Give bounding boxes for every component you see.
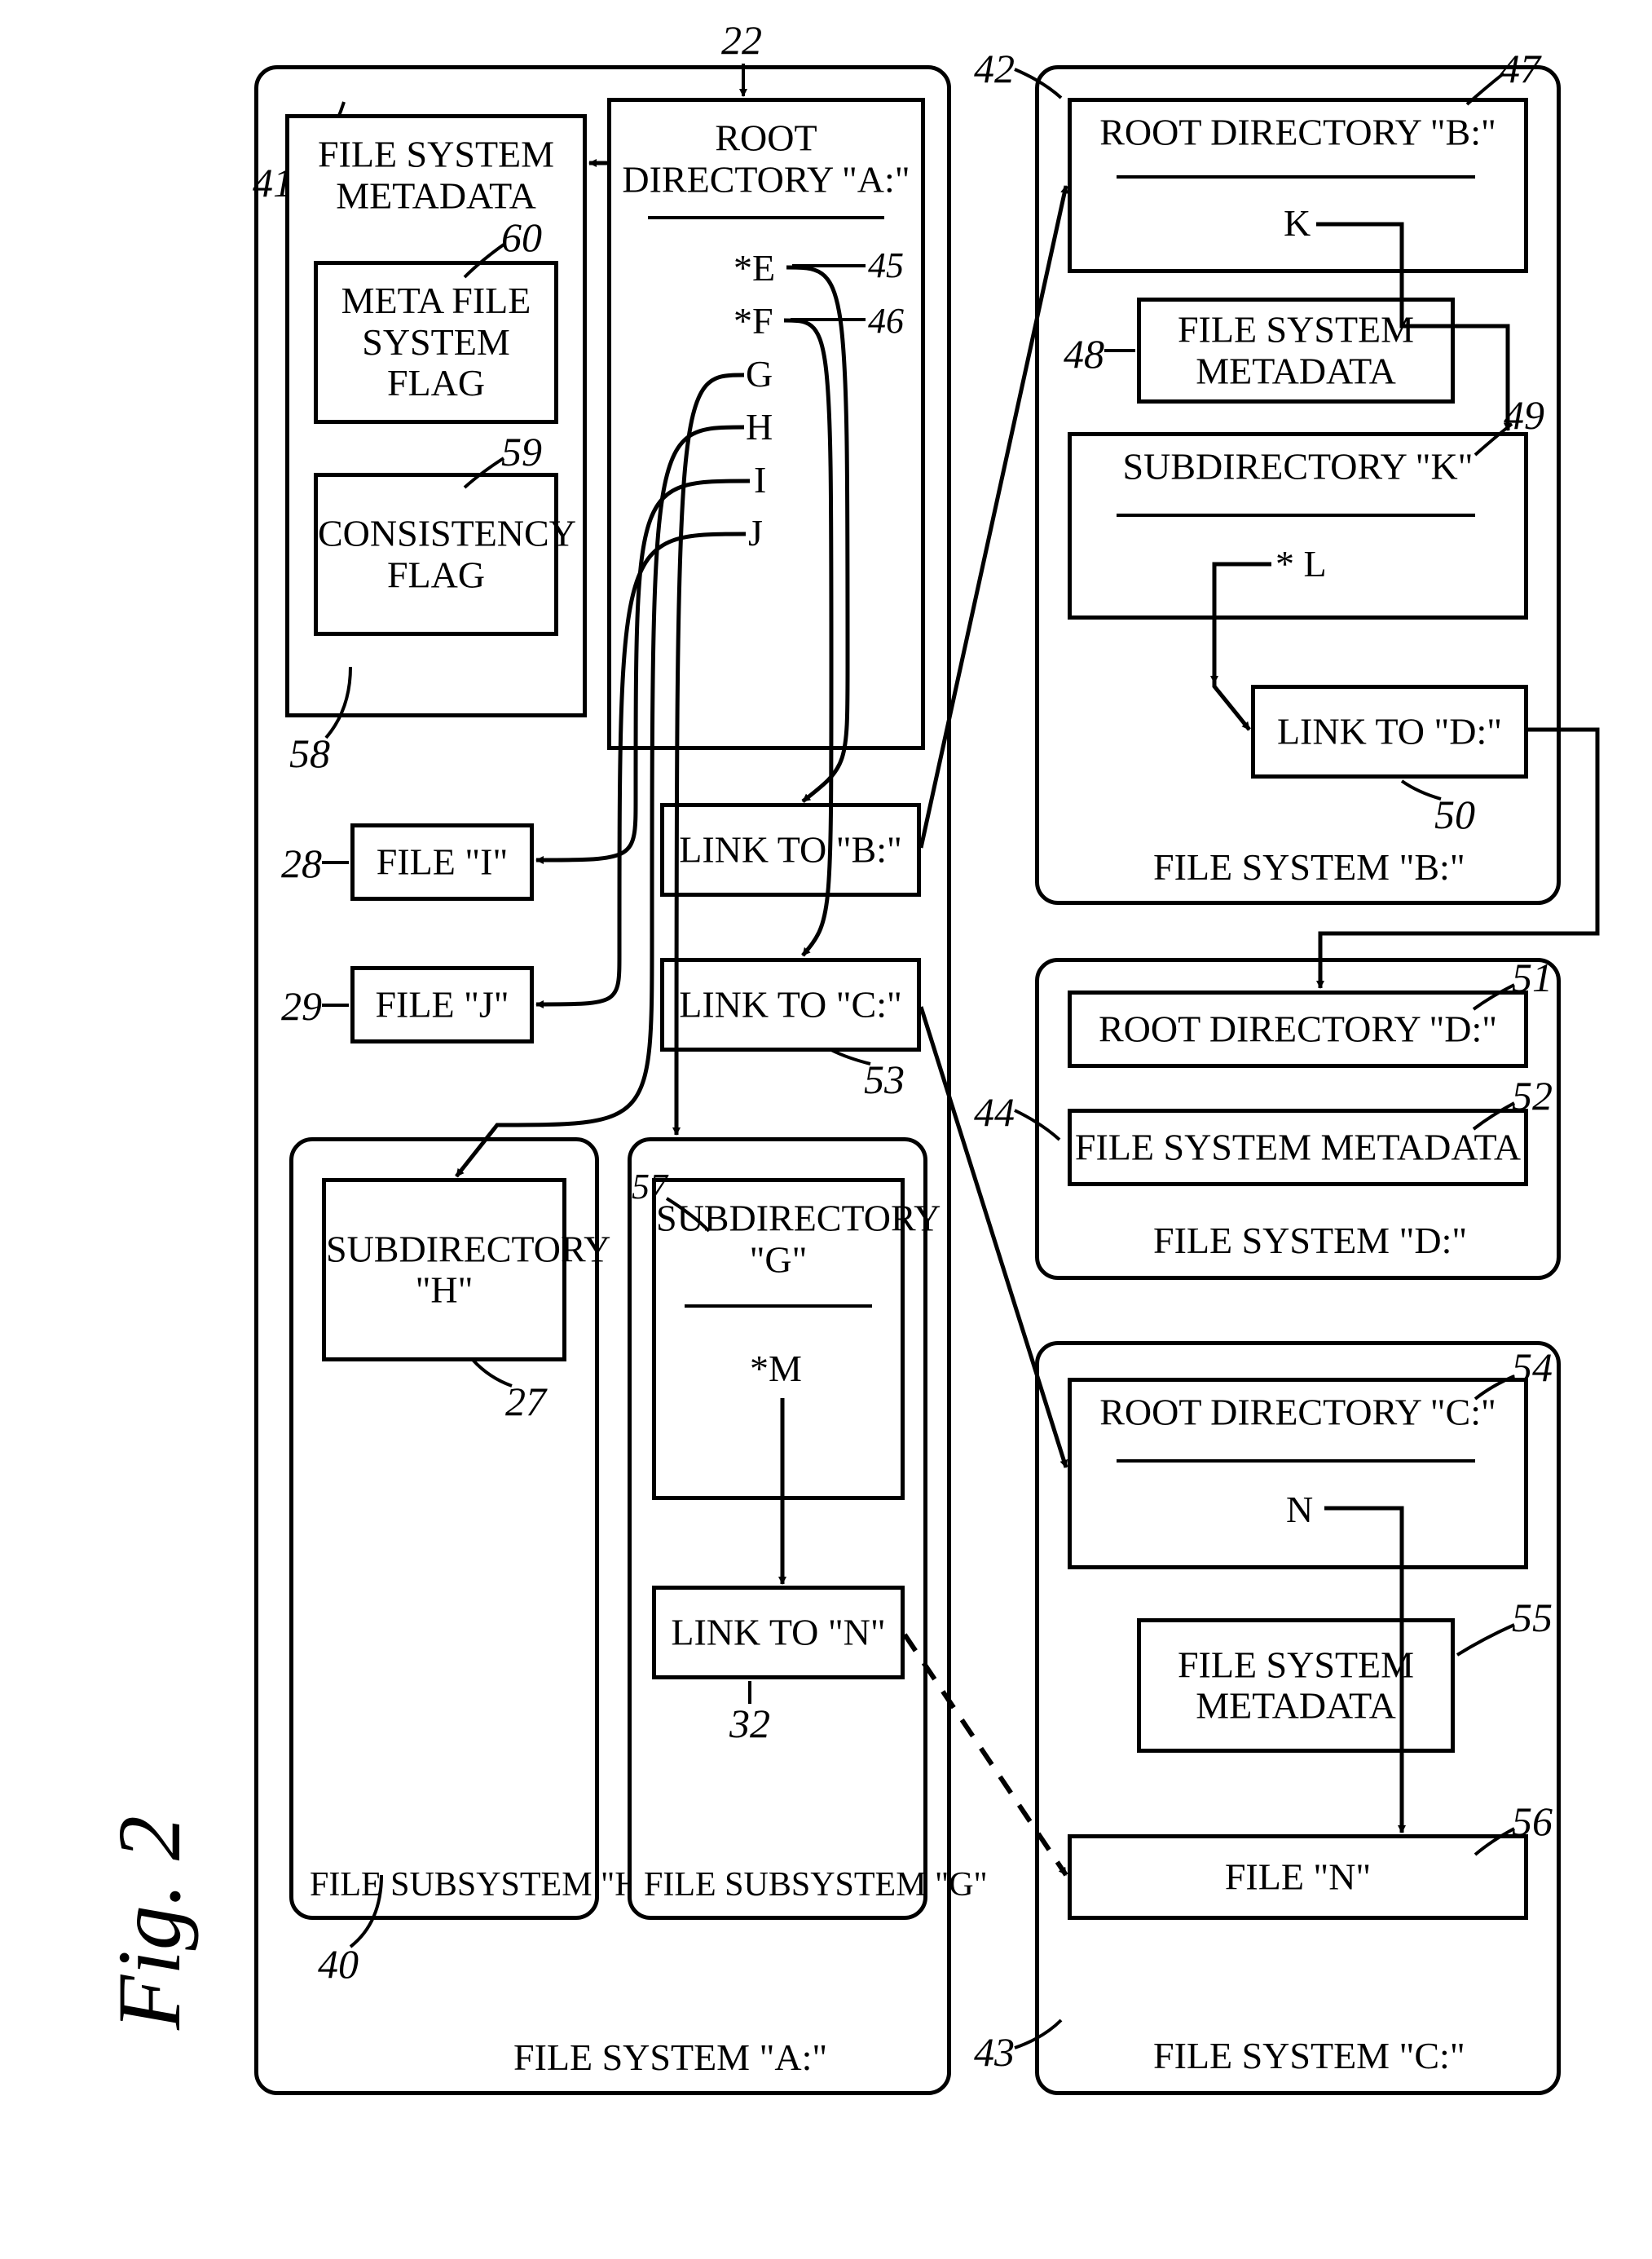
- subsys-g-label: FILE SUBSYSTEM "G": [644, 1867, 988, 1903]
- ref-49: 49: [1504, 391, 1544, 439]
- fs-c-metadata: FILE SYSTEM METADATA: [1137, 1618, 1455, 1753]
- ref-27: 27: [505, 1378, 546, 1425]
- ref-55: 55: [1512, 1594, 1553, 1641]
- file-i-label: FILE "I": [355, 841, 530, 883]
- subdir-g-label: SUBDIRECTORY "G": [656, 1198, 901, 1280]
- root-dir-c-label: ROOT DIRECTORY "C:": [1072, 1392, 1524, 1434]
- file-n: FILE "N": [1068, 1834, 1528, 1920]
- root-b-underline: [1117, 175, 1475, 179]
- subdir-k-underline: [1117, 514, 1475, 517]
- root-a-entry-e: *E: [733, 249, 775, 288]
- fs-d-metadata: FILE SYSTEM METADATA: [1068, 1109, 1528, 1186]
- fs-b-metadata: FILE SYSTEM METADATA: [1137, 298, 1455, 404]
- ref-56: 56: [1512, 1798, 1553, 1845]
- ref-60: 60: [501, 214, 542, 261]
- subdir-k-label: SUBDIRECTORY "K": [1072, 447, 1524, 488]
- meta-file-system-flag: META FILE SYSTEM FLAG: [314, 261, 558, 424]
- ref-22: 22: [721, 16, 762, 64]
- file-j: FILE "J": [350, 966, 534, 1043]
- ref-44: 44: [974, 1088, 1015, 1136]
- ref-32: 32: [729, 1700, 770, 1747]
- link-to-d-label: LINK TO "D:": [1255, 711, 1524, 752]
- subdir-g: SUBDIRECTORY "G": [652, 1178, 905, 1500]
- fs-b-metadata-label: FILE SYSTEM METADATA: [1141, 309, 1451, 391]
- file-i: FILE "I": [350, 823, 534, 901]
- ref-40: 40: [318, 1940, 359, 1988]
- root-dir-b-label: ROOT DIRECTORY "B:": [1072, 113, 1524, 154]
- fs-d-label: FILE SYSTEM "D:": [1153, 1221, 1467, 1260]
- link-to-c-label: LINK TO "C:": [664, 984, 917, 1026]
- fs-a-label: FILE SYSTEM "A:": [513, 2038, 827, 2077]
- ref-42: 42: [974, 45, 1015, 92]
- ref-29: 29: [281, 982, 322, 1030]
- ref-59: 59: [501, 428, 542, 475]
- root-a-entry-g: G: [746, 355, 773, 394]
- consistency-flag-label: CONSISTENCY FLAG: [318, 513, 554, 595]
- ref-57: 57: [632, 1166, 667, 1207]
- ref-50: 50: [1434, 791, 1475, 838]
- meta-flag-label: META FILE SYSTEM FLAG: [318, 280, 554, 404]
- ref-53: 53: [864, 1056, 905, 1103]
- root-a-entry-j: J: [748, 514, 763, 553]
- fs-c-label: FILE SYSTEM "C:": [1153, 2036, 1465, 2076]
- root-a-entry-i: I: [754, 461, 766, 500]
- subdir-k: SUBDIRECTORY "K": [1068, 432, 1528, 620]
- link-to-d: LINK TO "D:": [1251, 685, 1528, 779]
- root-a-underline: [648, 216, 884, 219]
- ref-58: 58: [289, 730, 330, 777]
- root-dir-a-label: ROOT DIRECTORY "A:": [611, 117, 921, 200]
- root-c-underline: [1117, 1459, 1475, 1463]
- ref-52: 52: [1512, 1072, 1553, 1119]
- ref-28: 28: [281, 840, 322, 887]
- file-n-label: FILE "N": [1072, 1856, 1524, 1898]
- fs-b-label: FILE SYSTEM "B:": [1153, 848, 1465, 887]
- link-to-n: LINK TO "N": [652, 1586, 905, 1679]
- subdir-g-underline: [685, 1304, 872, 1308]
- fs-c-metadata-label: FILE SYSTEM METADATA: [1141, 1644, 1451, 1727]
- ref-45: 45: [868, 245, 904, 286]
- link-to-c: LINK TO "C:": [660, 958, 921, 1052]
- subsys-h-label: FILE SUBSYSTEM "H": [310, 1867, 654, 1903]
- figure-caption: Fig. 2: [98, 1816, 201, 2030]
- link-to-n-label: LINK TO "N": [656, 1612, 901, 1653]
- link-to-b-label: LINK TO "B:": [664, 829, 917, 871]
- root-dir-d-label: ROOT DIRECTORY "D:": [1072, 1008, 1524, 1050]
- root-a-entry-f: *F: [733, 302, 773, 341]
- subdir-k-entry-l: * L: [1275, 545, 1327, 584]
- root-c-entry-n: N: [1286, 1490, 1313, 1529]
- root-a-entry-h: H: [746, 408, 773, 447]
- ref-54: 54: [1512, 1343, 1553, 1391]
- ref-43: 43: [974, 2028, 1015, 2076]
- subdir-h-label: SUBDIRECTORY "H": [326, 1229, 562, 1311]
- ref-48: 48: [1064, 330, 1104, 377]
- root-dir-d: ROOT DIRECTORY "D:": [1068, 991, 1528, 1068]
- ref-51: 51: [1512, 954, 1553, 1001]
- consistency-flag: CONSISTENCY FLAG: [314, 473, 558, 636]
- ref-46: 46: [868, 300, 904, 342]
- link-to-b: LINK TO "B:": [660, 803, 921, 897]
- fs-d-metadata-label: FILE SYSTEM METADATA: [1072, 1127, 1524, 1168]
- subdir-g-entry: *M: [750, 1349, 802, 1388]
- subdir-h: SUBDIRECTORY "H": [322, 1178, 566, 1361]
- fs-a-metadata-label: FILE SYSTEM METADATA: [289, 134, 583, 216]
- root-dir-c: ROOT DIRECTORY "C:": [1068, 1378, 1528, 1569]
- root-b-entry-k: K: [1284, 204, 1311, 243]
- file-j-label: FILE "J": [355, 984, 530, 1026]
- root-dir-b: ROOT DIRECTORY "B:": [1068, 98, 1528, 273]
- ref-47: 47: [1500, 45, 1540, 92]
